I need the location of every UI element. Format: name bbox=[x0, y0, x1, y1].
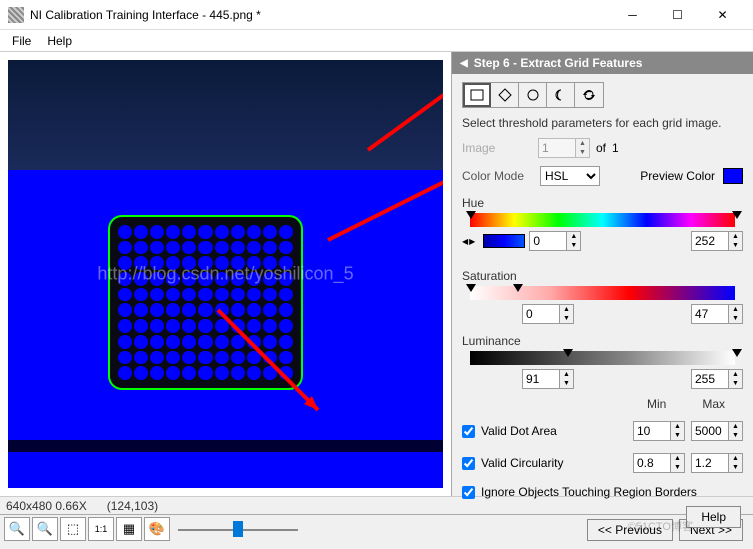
colormode-select[interactable]: HSL bbox=[540, 166, 600, 186]
saturation-min-spinner[interactable]: ▲▼ bbox=[522, 304, 574, 324]
close-button[interactable]: ✕ bbox=[700, 1, 745, 29]
valid-circularity-checkbox[interactable] bbox=[462, 457, 475, 470]
collapse-icon[interactable]: ◀ bbox=[460, 58, 468, 69]
luminance-min-spinner[interactable]: ▲▼ bbox=[522, 369, 574, 389]
footer-watermark: ©51CTO博客 bbox=[628, 518, 693, 534]
luminance-label: Luminance bbox=[462, 334, 743, 348]
app-icon bbox=[8, 7, 24, 23]
min-header: Min bbox=[647, 397, 666, 411]
hue-max-spinner[interactable]: ▲▼ bbox=[691, 231, 743, 251]
shape-diamond-button[interactable] bbox=[491, 83, 519, 107]
valid-dot-area-label: Valid Dot Area bbox=[481, 424, 627, 438]
valid-circularity-label: Valid Circularity bbox=[481, 456, 627, 470]
image-total: 1 bbox=[612, 141, 619, 155]
menu-help[interactable]: Help bbox=[39, 32, 80, 50]
preview-color-label: Preview Color bbox=[640, 169, 715, 183]
maximize-button[interactable]: ☐ bbox=[655, 1, 700, 29]
shape-crescent-button[interactable] bbox=[547, 83, 575, 107]
palette-button[interactable]: 🎨 bbox=[144, 517, 170, 541]
status-coords: (124,103) bbox=[107, 499, 158, 513]
shape-refresh-button[interactable] bbox=[575, 83, 603, 107]
hue-slider[interactable] bbox=[462, 213, 743, 227]
hue-swatch bbox=[483, 234, 525, 248]
shape-rectangle-button[interactable] bbox=[463, 83, 491, 107]
ignore-borders-label: Ignore Objects Touching Region Borders bbox=[481, 485, 743, 499]
status-dims: 640x480 0.66X bbox=[6, 499, 87, 513]
shape-circle-button[interactable] bbox=[519, 83, 547, 107]
window-title: NI Calibration Training Interface - 445.… bbox=[30, 8, 610, 22]
instruction-text: Select threshold parameters for each gri… bbox=[462, 116, 743, 130]
hue-min-spinner[interactable]: ▲▼ bbox=[529, 231, 581, 251]
valid-dot-area-checkbox[interactable] bbox=[462, 425, 475, 438]
zoom-11-button[interactable]: 1:1 bbox=[88, 517, 114, 541]
watermark-text: http://blog.csdn.net/yoshilicon_5 bbox=[97, 264, 353, 285]
menu-file[interactable]: File bbox=[4, 32, 39, 50]
ignore-borders-checkbox[interactable] bbox=[462, 486, 475, 499]
image-viewport[interactable]: http://blog.csdn.net/yoshilicon_5 bbox=[8, 60, 443, 488]
image-index-spinner[interactable]: ▲▼ bbox=[538, 138, 590, 158]
max-header: Max bbox=[702, 397, 725, 411]
hue-arrows[interactable]: ◀▶ bbox=[462, 237, 475, 246]
zoom-fit-button[interactable]: ⬚ bbox=[60, 517, 86, 541]
saturation-slider[interactable] bbox=[462, 286, 743, 300]
luminance-slider[interactable] bbox=[462, 351, 743, 365]
calibration-grid-roi bbox=[108, 215, 303, 390]
valid-circ-max-spinner[interactable]: ▲▼ bbox=[691, 453, 743, 473]
step-title: Step 6 - Extract Grid Features bbox=[474, 56, 643, 70]
step-header: ◀ Step 6 - Extract Grid Features bbox=[452, 52, 753, 74]
zoom-out-button[interactable]: 🔍 bbox=[32, 517, 58, 541]
zoom-region-button[interactable]: ▦ bbox=[116, 517, 142, 541]
preview-color-swatch[interactable] bbox=[723, 168, 743, 184]
luminance-max-spinner[interactable]: ▲▼ bbox=[691, 369, 743, 389]
minimize-button[interactable]: ─ bbox=[610, 1, 655, 29]
valid-circ-min-spinner[interactable]: ▲▼ bbox=[633, 453, 685, 473]
colormode-label: Color Mode bbox=[462, 169, 532, 183]
zoom-in-button[interactable]: 🔍 bbox=[4, 517, 30, 541]
of-label: of bbox=[596, 141, 606, 155]
image-label: Image bbox=[462, 141, 532, 155]
saturation-max-spinner[interactable]: ▲▼ bbox=[691, 304, 743, 324]
valid-dot-max-spinner[interactable]: ▲▼ bbox=[691, 421, 743, 441]
hue-label: Hue bbox=[462, 196, 743, 210]
valid-dot-min-spinner[interactable]: ▲▼ bbox=[633, 421, 685, 441]
help-button[interactable]: Help bbox=[686, 506, 741, 528]
saturation-label: Saturation bbox=[462, 269, 743, 283]
